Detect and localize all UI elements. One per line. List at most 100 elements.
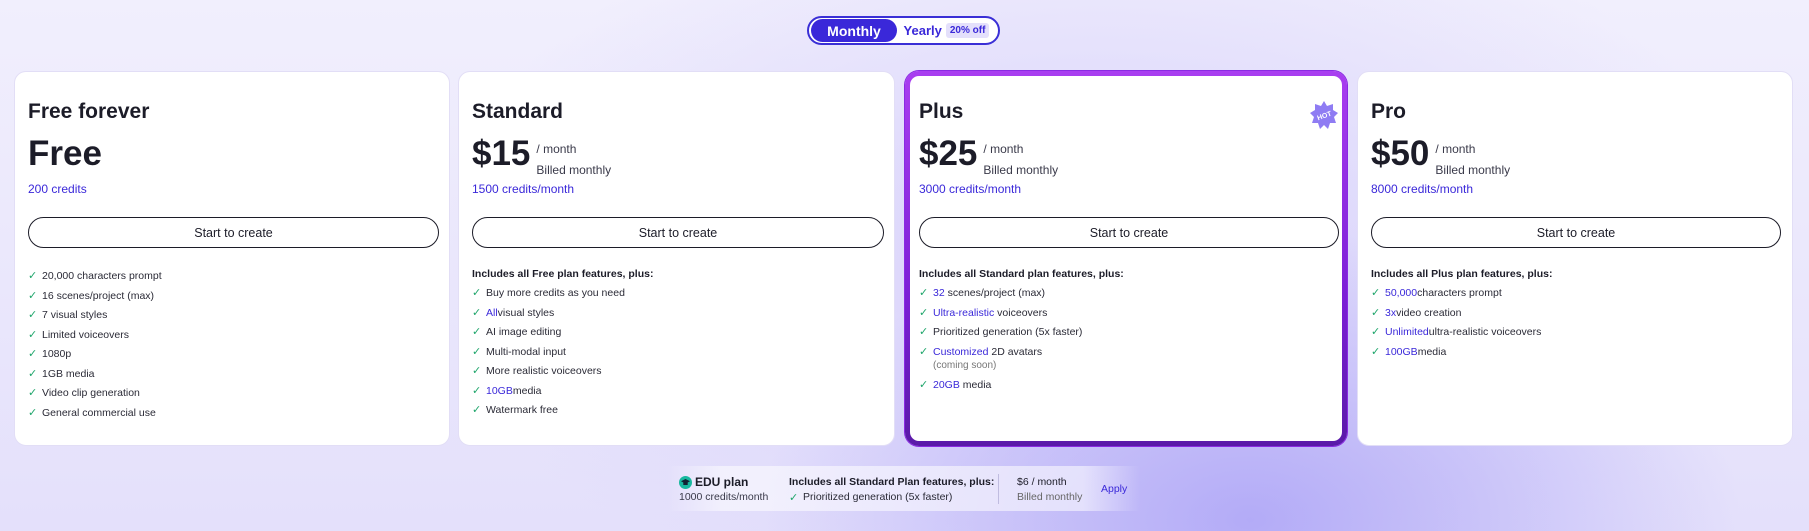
feature-item: ✓ Limited voiceovers — [28, 328, 129, 341]
plan-card-pro: Pro $50 / month Billed monthly 8000 cred… — [1357, 71, 1793, 446]
feature-item: ✓ General commercial use — [28, 406, 156, 419]
plan-credits: 200 credits — [28, 182, 87, 196]
start-to-create-button[interactable]: Start to create — [472, 217, 884, 248]
check-icon: ✓ — [28, 348, 38, 360]
check-icon: ✓ — [28, 289, 38, 302]
check-icon: ✓ — [28, 309, 38, 321]
feature-item: ✓ 1080p — [28, 348, 72, 360]
feature-list: ✓ 20,000 characters prompt ✓ 16 scenes/pro… — [28, 270, 162, 426]
feature-item: ✓ 7 visual styles — [28, 309, 108, 321]
feature-item: ✓ 32 scenes/project (max) — [919, 287, 1046, 299]
plan-price: $15 — [472, 134, 531, 173]
price-meta: / month Billed monthly — [536, 139, 611, 181]
feature-item: ✓ 10GB media — [472, 384, 542, 397]
price-period: / month — [983, 142, 1024, 156]
check-icon: ✓ — [919, 326, 929, 338]
plan-credits: 3000 credits/month — [919, 182, 1022, 196]
plan-price: Free — [28, 134, 102, 173]
feature-item: ✓ More realistic voiceovers — [472, 365, 602, 377]
edu-price: $6 / month — [1017, 476, 1067, 488]
plan-name: Plus — [919, 100, 964, 123]
price-meta: / month Billed monthly — [983, 139, 1058, 181]
feature-item: ✓ Customized 2D avatars (coming soon) — [919, 345, 1043, 371]
edu-apply-link[interactable]: Apply — [1101, 483, 1127, 495]
feature-item: ✓ 50,000 characters prompt — [1371, 287, 1502, 299]
features-heading: Includes all Standard plan features, plu… — [919, 268, 1124, 280]
yearly-label: Yearly — [903, 23, 942, 38]
check-icon: ✓ — [28, 270, 38, 282]
plan-credits: 1500 credits/month — [472, 182, 575, 196]
plan-name: Pro — [1371, 100, 1407, 123]
price-meta: / month Billed monthly — [1435, 139, 1510, 181]
feature-item: ✓ Watermark free — [472, 404, 558, 416]
discount-badge: 20% off — [945, 23, 990, 38]
check-icon: ✓ — [472, 287, 482, 299]
feature-note: (coming soon) — [933, 359, 997, 371]
feature-item: ✓ Video clip generation — [28, 387, 140, 399]
monthly-option[interactable]: Monthly — [811, 19, 897, 42]
yearly-option[interactable]: Yearly 20% off — [897, 23, 996, 38]
check-icon: ✓ — [472, 365, 482, 377]
edu-billing-frequency: Billed monthly — [1017, 491, 1083, 503]
feature-list: ✓ 50,000 characters prompt ✓ 3x video crea… — [1371, 287, 1541, 365]
feature-item: ✓ 20,000 characters prompt — [28, 270, 162, 282]
check-icon: ✓ — [472, 306, 482, 319]
check-icon: ✓ — [472, 384, 482, 397]
price-row: Free — [28, 134, 102, 174]
check-icon: ✓ — [1371, 326, 1381, 338]
plan-price: $50 — [1371, 134, 1430, 173]
features-heading: Includes all Plus plan features, plus: — [1371, 268, 1553, 280]
plan-name: Free forever — [28, 100, 150, 123]
feature-item: ✓ Ultra-realistic voiceovers — [919, 306, 1048, 319]
plan-card-standard: Standard $15 / month Billed monthly 1500… — [458, 71, 895, 446]
check-icon: ✓ — [789, 492, 799, 504]
edu-features-heading: Includes all Standard Plan features, plu… — [789, 476, 995, 488]
feature-item: ✓ Prioritized generation (5x faster) — [919, 326, 1083, 338]
check-icon: ✓ — [28, 367, 38, 380]
feature-item: ✓ Multi-modal input — [472, 345, 566, 358]
features-heading: Includes all Free plan features, plus: — [472, 268, 654, 280]
price-row: $25 / month Billed monthly — [919, 134, 1058, 181]
billing-frequency: Billed monthly — [536, 163, 612, 177]
billing-toggle[interactable]: Monthly Yearly 20% off — [807, 16, 1000, 45]
check-icon: ✓ — [28, 328, 38, 341]
billing-frequency: Billed monthly — [1435, 163, 1511, 177]
hot-badge-icon: HOT — [1310, 101, 1338, 129]
plan-credits: 8000 credits/month — [1371, 182, 1474, 196]
check-icon: ✓ — [28, 406, 38, 419]
check-icon: ✓ — [919, 287, 929, 299]
feature-item: ✓ AI image editing — [472, 326, 562, 338]
start-to-create-button[interactable]: Start to create — [919, 217, 1339, 248]
price-period: / month — [1435, 142, 1476, 156]
feature-item: ✓ All visual styles — [472, 306, 555, 319]
feature-list: ✓ 32 scenes/project (max) ✓ Ultra-realisti… — [919, 287, 1082, 399]
plan-price: $25 — [919, 134, 978, 173]
check-icon: ✓ — [472, 404, 482, 416]
feature-item: ✓ 3x video creation — [1371, 306, 1462, 319]
feature-item: ✓ 100GB media — [1371, 345, 1447, 358]
divider — [998, 474, 999, 504]
feature-item: ✓ Unlimited ultra-realistic voiceovers — [1371, 326, 1542, 338]
price-period: / month — [536, 142, 577, 156]
check-icon: ✓ — [472, 345, 482, 358]
edu-feature-item: ✓ Prioritized generation (5x faster) — [789, 491, 953, 504]
plan-card-free: Free forever Free 200 credits Start to c… — [14, 71, 450, 446]
check-icon: ✓ — [28, 387, 38, 399]
billing-frequency: Billed monthly — [983, 163, 1059, 177]
edu-credits: 1000 credits/month — [679, 491, 769, 503]
plan-name: Standard — [472, 100, 564, 123]
feature-list: ✓ Buy more credits as you need ✓ All visua… — [472, 287, 625, 424]
check-icon: ✓ — [919, 345, 929, 358]
feature-item: ✓ 1GB media — [28, 367, 95, 380]
price-row: $15 / month Billed monthly — [472, 134, 611, 181]
start-to-create-button[interactable]: Start to create — [28, 217, 439, 248]
edu-title: EDU plan — [679, 475, 748, 489]
start-to-create-button[interactable]: Start to create — [1371, 217, 1781, 248]
graduation-cap-icon — [679, 475, 692, 489]
check-icon: ✓ — [919, 306, 929, 319]
check-icon: ✓ — [919, 379, 929, 391]
feature-item: ✓ 16 scenes/project (max) — [28, 289, 155, 302]
edu-plan-bar: EDU plan 1000 credits/month Includes all… — [666, 466, 1140, 511]
check-icon: ✓ — [472, 326, 482, 338]
check-icon: ✓ — [1371, 287, 1381, 299]
